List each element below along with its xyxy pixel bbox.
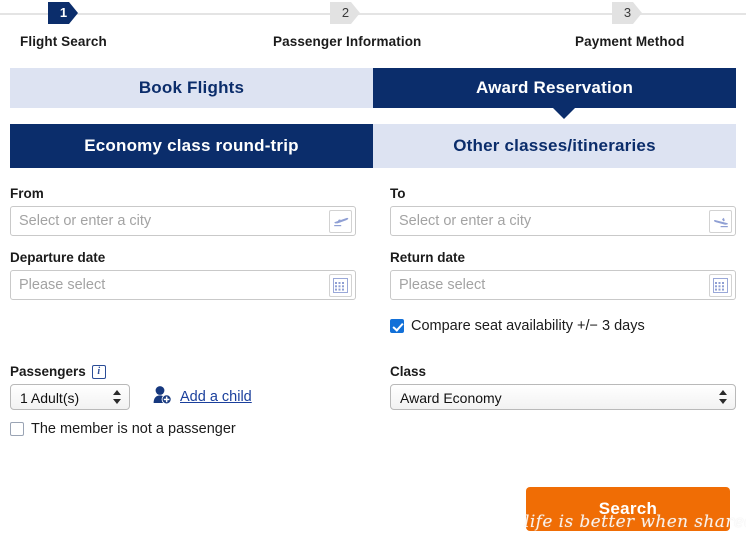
tab-award-reservation[interactable]: Award Reservation [373, 68, 736, 108]
member-not-passenger-checkbox[interactable] [10, 422, 24, 436]
row-spacer [10, 236, 736, 250]
departure-date-input[interactable] [11, 271, 355, 299]
class-label: Class [390, 364, 427, 379]
info-icon[interactable]: i [91, 364, 106, 379]
calendar-icon[interactable] [709, 274, 732, 297]
passengers-group: Passengers i 1 Adult(s) Add a child The … [10, 364, 373, 437]
passengers-controls: 1 Adult(s) Add a child [10, 384, 356, 410]
progress-steps: 1 Flight Search 2 Passenger Information … [0, 0, 746, 62]
progress-step-passenger-information[interactable]: 2 Passenger Information [246, 0, 492, 49]
departure-date-field-group: Departure date [10, 250, 373, 300]
calendar-icon[interactable] [329, 274, 352, 297]
departure-date-input-wrap[interactable] [10, 270, 356, 300]
progress-step-label: Passenger Information [273, 34, 422, 49]
tab-book-flights[interactable]: Book Flights [10, 68, 373, 108]
departure-date-label: Departure date [10, 250, 106, 265]
airplane-arrival-icon[interactable] [709, 210, 732, 233]
compare-seats-checkbox[interactable] [390, 319, 404, 333]
from-input[interactable] [11, 207, 355, 235]
from-label: From [10, 186, 44, 201]
secondary-tab-bar: Economy class round-trip Other classes/i… [10, 124, 736, 168]
progress-step-number: 2 [330, 2, 360, 24]
progress-step-flight-search[interactable]: 1 Flight Search [0, 0, 246, 49]
return-date-input-wrap[interactable] [390, 270, 736, 300]
tab-economy-class-round-trip[interactable]: Economy class round-trip [10, 124, 373, 168]
return-date-label: Return date [390, 250, 466, 265]
airplane-departure-icon[interactable] [329, 210, 352, 233]
passengers-label: Passengers [10, 364, 86, 379]
stepper-arrows-icon [113, 389, 122, 405]
to-input[interactable] [391, 207, 735, 235]
add-child-link[interactable]: Add a child [180, 389, 252, 405]
to-input-wrap[interactable] [390, 206, 736, 236]
compare-seats-label: Compare seat availability +/− 3 days [411, 318, 645, 334]
person-add-icon [152, 385, 174, 410]
progress-step-row: 2 [246, 0, 492, 27]
member-not-passenger-row[interactable]: The member is not a passenger [10, 421, 356, 437]
selected-tab-caret-icon [553, 108, 575, 119]
member-not-passenger-label: The member is not a passenger [31, 421, 236, 437]
progress-step-label: Payment Method [575, 34, 685, 49]
search-button[interactable]: Search [526, 487, 730, 531]
to-field-group: To [373, 186, 736, 236]
return-date-input[interactable] [391, 271, 735, 299]
progress-connector-line [0, 13, 246, 15]
flight-search-form: From To [10, 186, 736, 336]
class-select-value: Award Economy [400, 390, 502, 406]
return-date-field-group: Return date [373, 250, 736, 300]
adults-select[interactable]: 1 Adult(s) [10, 384, 130, 410]
add-child-control[interactable]: Add a child [152, 385, 252, 410]
progress-step-label: Flight Search [20, 34, 107, 49]
from-field-group: From [10, 186, 373, 236]
progress-connector-line [246, 13, 492, 15]
compare-seats-row[interactable]: Compare seat availability +/− 3 days [390, 316, 736, 336]
bird-wing-logo-icon [462, 508, 514, 537]
from-input-wrap[interactable] [10, 206, 356, 236]
progress-step-payment-method[interactable]: 3 Payment Method [492, 0, 746, 49]
adults-select-value: 1 Adult(s) [20, 390, 80, 406]
progress-step-number: 3 [612, 2, 642, 24]
progress-step-row: 1 [0, 0, 246, 27]
origin-destination-row: From To [10, 186, 736, 236]
stepper-arrows-icon [719, 389, 728, 405]
dates-row: Departure date Please select Return date… [10, 250, 736, 300]
flight-search-page: 1 Flight Search 2 Passenger Information … [0, 0, 746, 549]
passengers-class-section: Passengers i 1 Adult(s) Add a child The … [10, 364, 736, 437]
to-label: To [390, 186, 406, 201]
primary-tab-bar: Book Flights Award Reservation [10, 68, 736, 119]
class-group: Class Award Economy [373, 364, 736, 437]
progress-step-number: 1 [48, 2, 78, 24]
class-select[interactable]: Award Economy [390, 384, 736, 410]
progress-step-row: 3 [492, 0, 746, 27]
passengers-label-row: Passengers i [10, 364, 356, 379]
tab-other-classes-itineraries[interactable]: Other classes/itineraries [373, 124, 736, 168]
